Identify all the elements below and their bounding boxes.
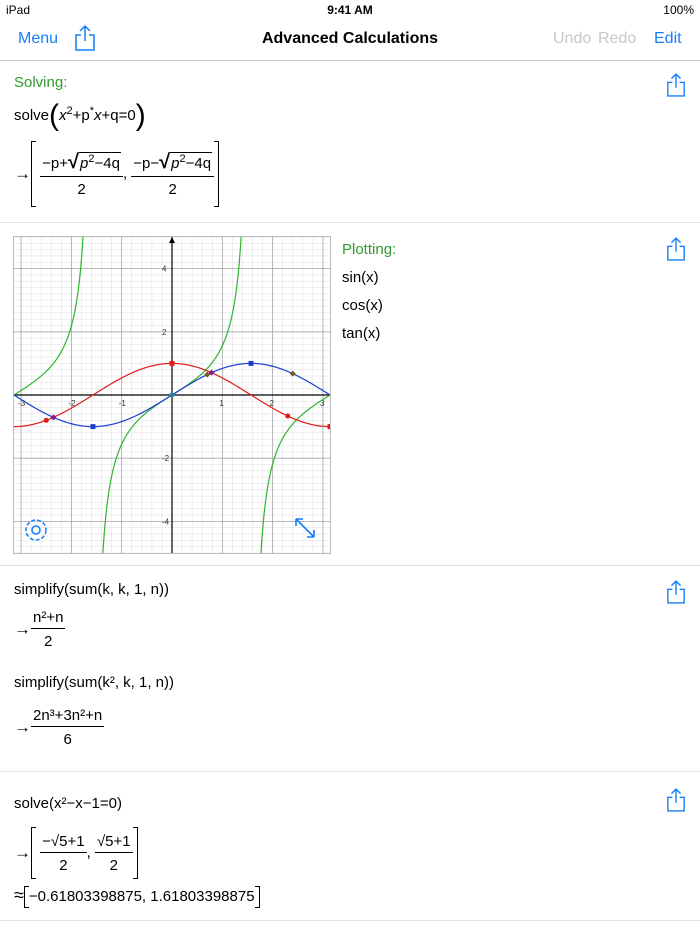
y-tick-label: 2 <box>162 328 167 337</box>
page-title: Advanced Calculations <box>261 30 439 47</box>
cell-label: Solving: <box>14 74 68 91</box>
term: +p <box>72 106 90 124</box>
solve-result-2: → −√5+1 2, √5+1 2 <box>14 827 138 879</box>
calculation-cell-golden-ratio[interactable]: solve(x²−x−1=0) → −√5+1 2, √5+1 2 ≈ −0.6180… <box>0 772 700 921</box>
edit-button[interactable]: Edit <box>654 30 682 48</box>
numerator: −√5+1 <box>40 833 87 853</box>
y-tick-label: -4 <box>162 517 170 526</box>
status-bar: iPad 9:41 AM 100% <box>0 0 700 20</box>
calculation-cell-simplify[interactable]: simplify(sum(k, k, 1, n)) → n²+n 2 simplif… <box>0 566 700 772</box>
denominator: 2 <box>77 180 86 198</box>
var: x <box>94 106 102 124</box>
sqrt-icon: √ <box>159 150 171 173</box>
denominator: 2 <box>44 633 53 650</box>
legend-sin: sin(x) <box>342 269 379 286</box>
settings-gear-icon[interactable] <box>25 519 47 541</box>
var: x <box>59 106 67 124</box>
denominator: 2 <box>168 180 177 198</box>
term: +q=0 <box>101 106 136 124</box>
share-icon[interactable] <box>666 71 686 99</box>
plot-canvas[interactable]: -3 -2 -1 1 2 342-2-4 <box>13 143 333 647</box>
share-icon[interactable] <box>666 786 686 814</box>
x-tick-label: 1 <box>219 399 224 408</box>
result-arrow-icon: → <box>14 164 31 183</box>
numerator: 2n³+3n²+n <box>31 707 105 727</box>
simplify-input-2: simplify(sum(k², k, 1, n)) <box>14 674 175 691</box>
result-arrow-icon: → <box>14 717 31 737</box>
fraction: −p−√p2−4q 2 <box>131 150 215 198</box>
simplify-result-2: → 2n³+3n²+n 6 <box>14 707 105 748</box>
clock: 9:41 AM <box>327 3 373 17</box>
y-tick-label: -2 <box>162 454 170 463</box>
function-plot[interactable]: -3 -2 -1 1 2 3 4 2 -2 -4 <box>13 143 333 647</box>
separator: , <box>122 164 128 182</box>
legend-tan: tan(x) <box>342 325 381 342</box>
numerator-part: −p− <box>133 154 160 172</box>
denominator: 2 <box>59 856 68 874</box>
sqrt-icon: √ <box>68 150 80 173</box>
numerator: √5+1 <box>94 833 133 853</box>
var: p <box>171 154 180 172</box>
plot-legend: Plotting: sin(x) cos(x) tan(x) <box>342 236 396 348</box>
solve-input: solve(x2+p*x+q=0) <box>14 99 146 132</box>
plot-point <box>327 424 333 430</box>
simplify-input-1: simplify(sum(k, k, 1, n)) <box>14 581 170 598</box>
x-tick-label: -1 <box>119 399 127 408</box>
denominator: 6 <box>63 731 72 748</box>
y-axis-arrow <box>169 237 175 243</box>
plot-point <box>169 360 175 366</box>
solve-result: → −p+√p2−4q 2 , −p−√p2−4q 2 <box>14 141 220 207</box>
result-arrow-icon: → <box>14 619 31 639</box>
y-tick-label: 4 <box>162 265 167 274</box>
result-arrow-icon: → <box>14 843 31 862</box>
redo-button[interactable]: Redo <box>598 30 636 48</box>
plot-point <box>169 392 175 398</box>
denominator: 2 <box>109 856 118 874</box>
simplify-result-1: → n²+n 2 <box>14 609 66 650</box>
approx-sign: ≈ <box>14 885 24 905</box>
share-icon[interactable] <box>666 235 686 263</box>
cell-label: Plotting: <box>342 241 397 258</box>
plot-point <box>285 413 291 419</box>
legend-cos: cos(x) <box>342 297 383 314</box>
term: −4q <box>185 154 212 172</box>
solve-input-2: solve(x²−x−1=0) <box>14 795 122 812</box>
plot-point <box>248 360 254 366</box>
function-name: solve <box>14 106 50 124</box>
term: −4q <box>94 154 120 172</box>
undo-button[interactable]: Undo <box>553 30 591 48</box>
fraction: −p+√p2−4q 2 <box>40 151 123 198</box>
approx-result: ≈ −0.61803398875, 1.61803398875 <box>14 885 260 909</box>
battery-label: 100% <box>663 3 694 17</box>
share-icon[interactable] <box>666 578 686 606</box>
plot-point <box>43 417 49 423</box>
numerator: n²+n <box>31 609 66 629</box>
navigation-bar: Menu Advanced Calculations Undo Redo Edi… <box>0 20 700 61</box>
approx-values: −0.61803398875, 1.61803398875 <box>28 888 255 905</box>
numerator-part: −p+ <box>42 154 69 172</box>
plot-point <box>90 424 96 430</box>
calculation-cell-solving[interactable]: Solving: solve(x2+p*x+q=0) → −p+√p2−4q 2… <box>0 61 700 223</box>
